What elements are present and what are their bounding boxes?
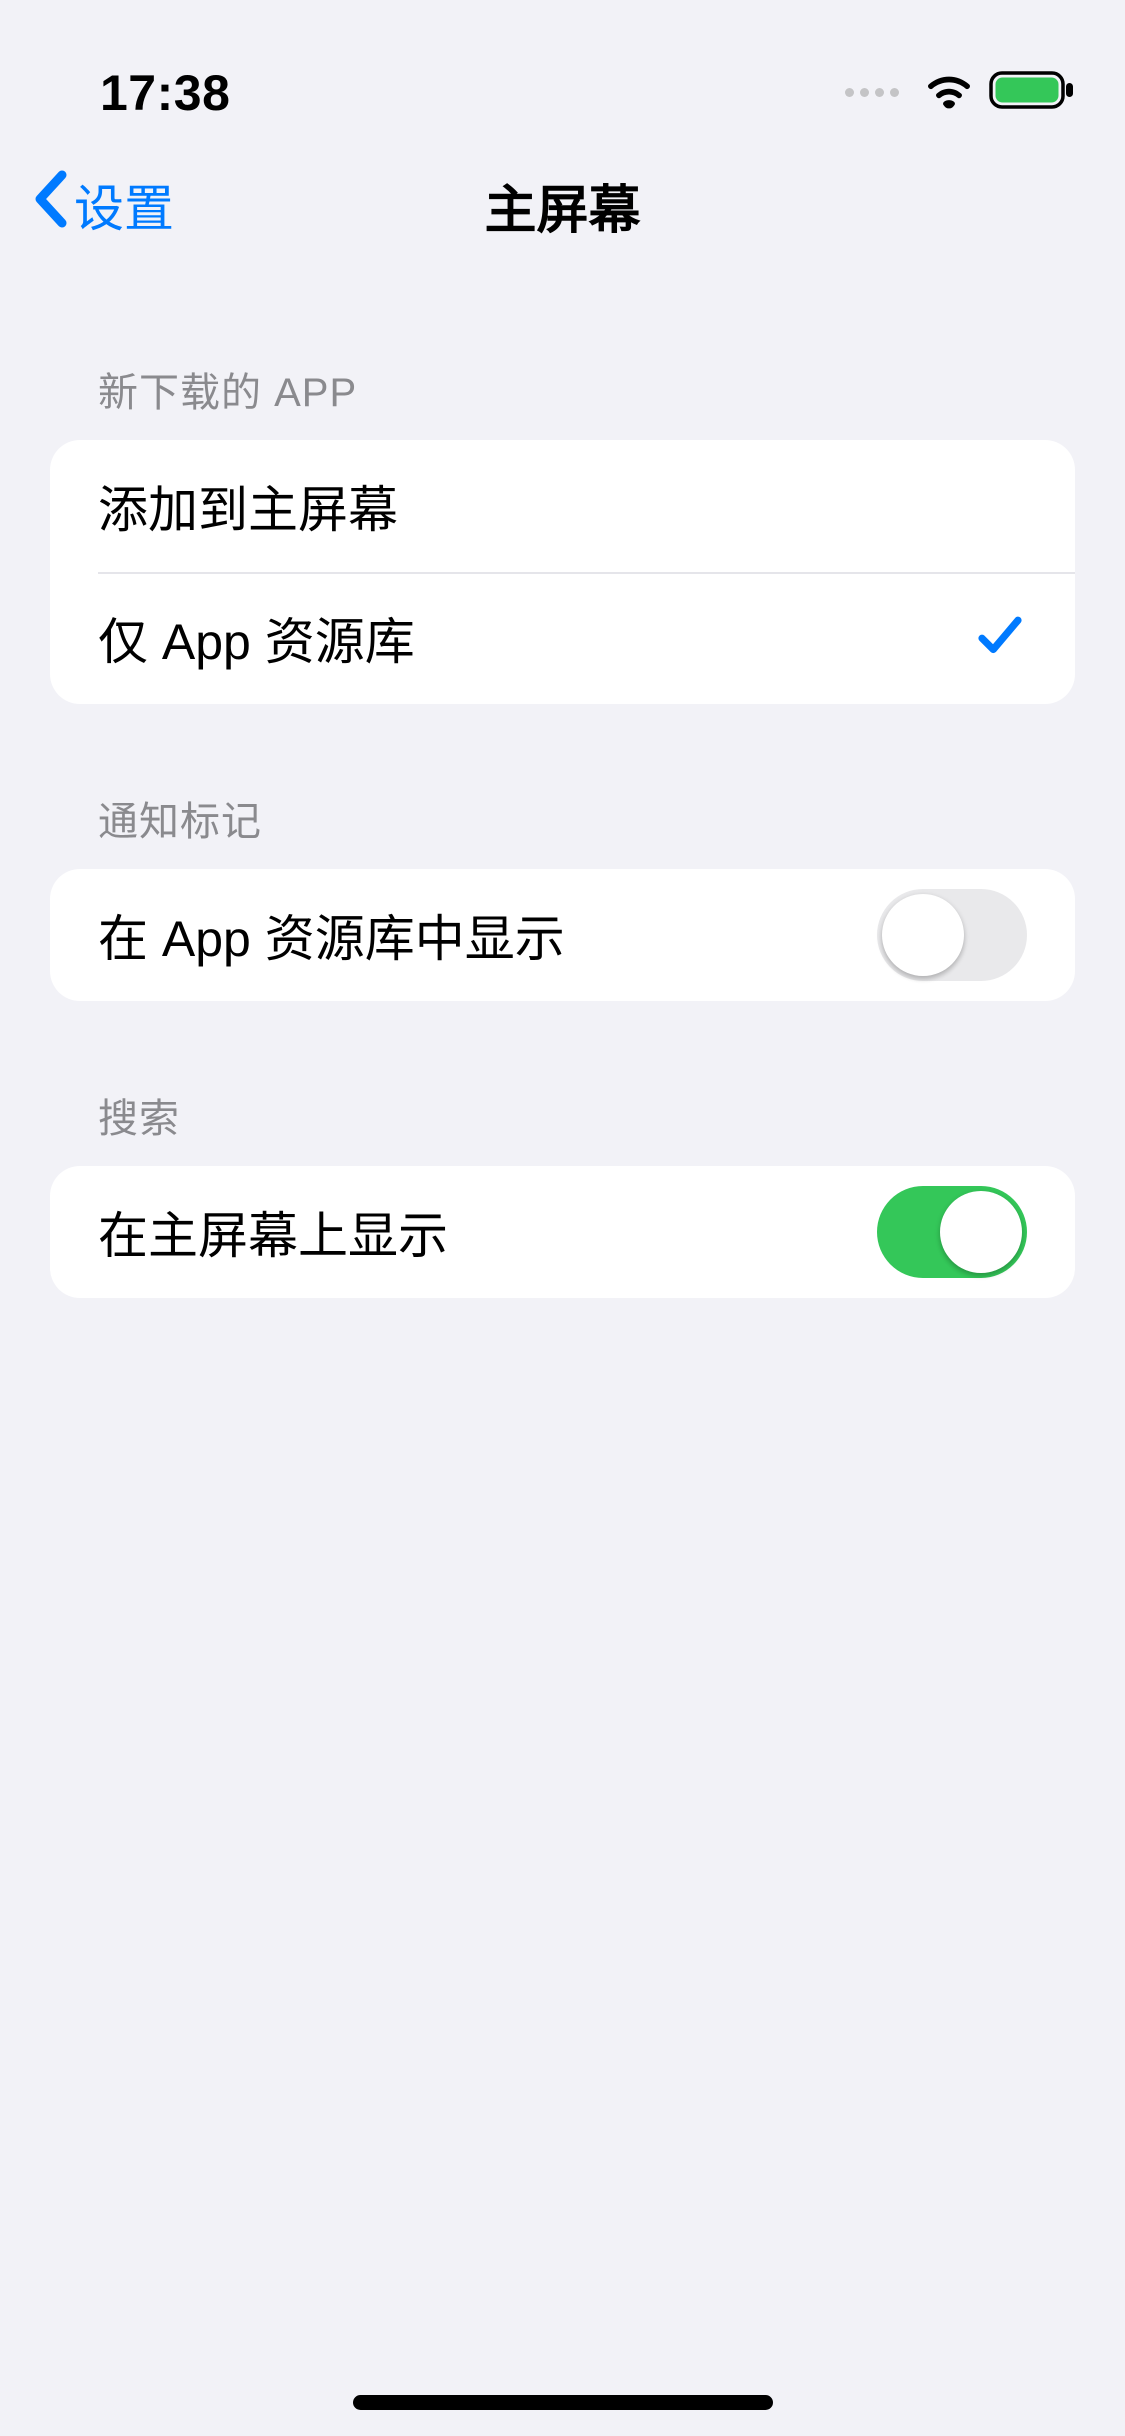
- wifi-icon: [923, 70, 975, 115]
- toggle-show-on-home[interactable]: 在主屏幕上显示: [50, 1166, 1075, 1298]
- group-new-apps: 添加到主屏幕 仅 App 资源库: [50, 440, 1075, 704]
- home-indicator: [353, 2395, 773, 2410]
- switch-show-in-app-library[interactable]: [877, 889, 1027, 981]
- switch-thumb: [940, 1191, 1022, 1273]
- row-label: 仅 App 资源库: [98, 602, 415, 674]
- section-search: 搜索 在主屏幕上显示: [50, 1086, 1075, 1298]
- section-header: 通知标记: [50, 789, 1075, 847]
- cellular-dots-icon: [845, 88, 899, 97]
- switch-show-on-home[interactable]: [877, 1186, 1027, 1278]
- row-label: 在主屏幕上显示: [98, 1196, 448, 1268]
- section-notification-badges: 通知标记 在 App 资源库中显示: [50, 789, 1075, 1001]
- chevron-left-icon: [32, 169, 68, 241]
- row-label: 在 App 资源库中显示: [98, 899, 565, 971]
- status-bar: 17:38: [0, 0, 1125, 140]
- content: 新下载的 APP 添加到主屏幕 仅 App 资源库 通知标记 在 App 资源库…: [0, 360, 1125, 1298]
- section-header: 搜索: [50, 1086, 1075, 1144]
- option-app-library-only[interactable]: 仅 App 资源库: [50, 572, 1075, 704]
- section-header: 新下载的 APP: [50, 360, 1075, 418]
- switch-thumb: [882, 894, 964, 976]
- group-search: 在主屏幕上显示: [50, 1166, 1075, 1298]
- group-notification-badges: 在 App 资源库中显示: [50, 869, 1075, 1001]
- back-label: 设置: [74, 169, 174, 241]
- nav-bar: 设置 主屏幕: [0, 140, 1125, 270]
- option-add-to-home[interactable]: 添加到主屏幕: [50, 440, 1075, 572]
- section-new-apps: 新下载的 APP 添加到主屏幕 仅 App 资源库: [50, 360, 1075, 704]
- row-label: 添加到主屏幕: [98, 470, 398, 542]
- page-title: 主屏幕: [484, 168, 640, 243]
- status-time: 17:38: [100, 64, 230, 122]
- status-icons: [845, 69, 1075, 116]
- toggle-show-in-app-library[interactable]: 在 App 资源库中显示: [50, 869, 1075, 1001]
- battery-icon: [989, 69, 1075, 116]
- back-button[interactable]: 设置: [32, 169, 174, 241]
- checkmark-icon: [973, 609, 1027, 668]
